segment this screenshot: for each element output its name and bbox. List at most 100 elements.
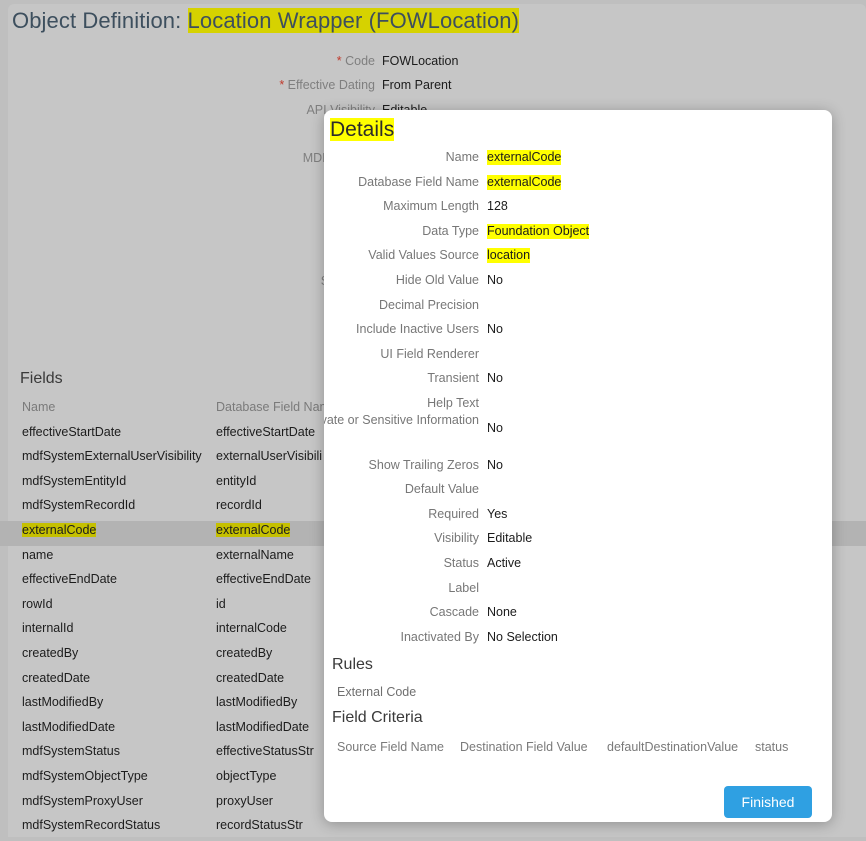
field-name-cell: lastModifiedDate (22, 719, 116, 734)
detail-label: Private or Sensitive Information (324, 412, 479, 427)
page-title-prefix: Object Definition: (12, 8, 188, 33)
field-name-cell: name (22, 547, 54, 562)
details-modal: Details Name externalCode Database Field N… (324, 110, 832, 822)
rules-heading: Rules (332, 656, 373, 673)
page-title-highlighted: Location Wrapper (FOWLocation) (187, 8, 520, 33)
detail-value: Active (487, 556, 522, 570)
field-name-cell: mdfSystemEntityId (22, 473, 127, 488)
field-db-name-cell: effectiveEndDate (216, 572, 311, 587)
detail-value: 128 (487, 199, 508, 214)
detail-value: None (487, 605, 517, 620)
detail-row: Valid Values Source location (324, 248, 832, 266)
detail-label: Show Trailing Zeros (368, 457, 479, 472)
field-name-cell: effectiveStartDate (22, 424, 122, 439)
field-db-name-cell: proxyUser (216, 793, 273, 808)
highlight-marker: externalCode (216, 522, 291, 537)
field-db-name-cell: externalUserVisibili (216, 449, 323, 464)
field-db-name-cell: recordId (216, 498, 262, 513)
detail-row: Private or Sensitive Information No (324, 413, 832, 439)
rules-item[interactable]: External Code (337, 685, 416, 699)
detail-label: Database Field Name (358, 174, 479, 189)
detail-label: UI Field Renderer (380, 346, 479, 361)
detail-label: Inactivated By (400, 629, 479, 644)
detail-label: Cascade (429, 605, 479, 620)
field-criteria-heading: Field Criteria (332, 709, 423, 726)
header-prop-value: From Parent (382, 78, 452, 92)
detail-row: Name externalCode (324, 150, 832, 168)
detail-value: externalCode (487, 150, 562, 165)
detail-row: Hide Old Value No (324, 273, 832, 291)
field-name-cell: mdfSystemExternalUserVisibility (22, 449, 202, 464)
field-db-name-cell: lastModifiedBy (216, 695, 298, 710)
detail-label: Valid Values Source (368, 248, 479, 263)
header-prop-row: * Effective Dating From Parent (0, 75, 866, 95)
detail-value: location (487, 248, 531, 264)
header-prop-value: FOWLocation (382, 54, 459, 68)
detail-row: Maximum Length 128 (324, 199, 832, 217)
detail-value: No (487, 457, 503, 472)
detail-row: Status Active (324, 556, 832, 574)
detail-value: externalCode (487, 174, 562, 190)
highlight-marker: externalCode (22, 522, 97, 537)
detail-label: Label (448, 580, 479, 595)
finished-button[interactable]: Finished (724, 786, 812, 818)
detail-row: Visibility Editable (324, 531, 832, 549)
fields-col-name: Name (22, 400, 56, 414)
fields-col-db: Database Field Nam (216, 400, 330, 414)
field-db-name-cell: effectiveStatusStr (216, 744, 314, 759)
detail-value: Yes (487, 506, 508, 521)
field-db-name-cell: externalCode (216, 522, 291, 537)
detail-value: Editable (487, 531, 533, 546)
field-criteria-col-destination: Destination Field Value (460, 740, 588, 754)
detail-row: Decimal Precision (324, 298, 832, 316)
detail-value: Foundation Object (487, 223, 590, 239)
detail-label: Decimal Precision (378, 297, 479, 312)
field-db-name-cell: createdBy (216, 645, 273, 660)
details-modal-title: Details (330, 118, 395, 142)
detail-value: No Selection (487, 629, 558, 644)
detail-row: Label (324, 581, 832, 599)
field-name-cell: lastModifiedBy (22, 695, 104, 710)
field-db-name-cell: internalCode (216, 621, 287, 636)
detail-label: Maximum Length (383, 199, 479, 214)
detail-row: UI Field Renderer (324, 347, 832, 365)
field-db-name-cell: entityId (216, 473, 257, 488)
detail-row: Data Type Foundation Object (324, 223, 832, 242)
detail-label: Hide Old Value (395, 273, 479, 287)
page-title: Object Definition: Location Wrapper (FOW… (12, 8, 520, 34)
field-name-cell: mdfSystemStatus (22, 744, 120, 759)
field-db-name-cell: externalName (216, 547, 294, 562)
header-prop-label: * Code (336, 54, 375, 68)
field-name-cell: mdfSystemProxyUser (22, 793, 143, 808)
detail-row: Transient No (324, 371, 832, 389)
field-criteria-col-status: status (755, 740, 789, 754)
detail-value: No (487, 322, 503, 337)
detail-value: No (487, 420, 503, 435)
field-name-cell: createdBy (22, 645, 79, 660)
field-db-name-cell: id (216, 596, 226, 611)
detail-label: Required (428, 506, 479, 521)
detail-label: Status (443, 556, 479, 570)
detail-row: Required Yes (324, 507, 832, 525)
detail-label: Help Text (427, 396, 479, 410)
field-db-name-cell: lastModifiedDate (216, 719, 310, 734)
detail-label: Name (445, 150, 479, 164)
field-criteria-col-default: defaultDestinationValue (607, 740, 739, 754)
detail-row: Inactivated By No Selection (324, 630, 832, 648)
field-name-cell: externalCode (22, 522, 97, 537)
details-modal-title-text: Details (330, 118, 395, 141)
detail-row: Default Value (324, 482, 832, 500)
field-criteria-header-row: Source Field Name Destination Field Valu… (324, 740, 832, 760)
required-asterisk-icon: * (336, 54, 346, 68)
field-name-cell: rowId (22, 596, 53, 611)
detail-row: Help Text (324, 396, 832, 414)
detail-label: Visibility (434, 531, 479, 546)
detail-row: Include Inactive Users No (324, 322, 832, 340)
detail-value: No (487, 371, 503, 386)
header-prop-row: * Code FOWLocation (0, 51, 866, 71)
field-db-name-cell: effectiveStartDate (216, 424, 316, 439)
detail-row: Show Trailing Zeros No (324, 458, 832, 476)
field-db-name-cell: objectType (216, 768, 277, 783)
detail-row: Database Field Name externalCode (324, 174, 832, 193)
detail-label: Data Type (422, 223, 479, 238)
